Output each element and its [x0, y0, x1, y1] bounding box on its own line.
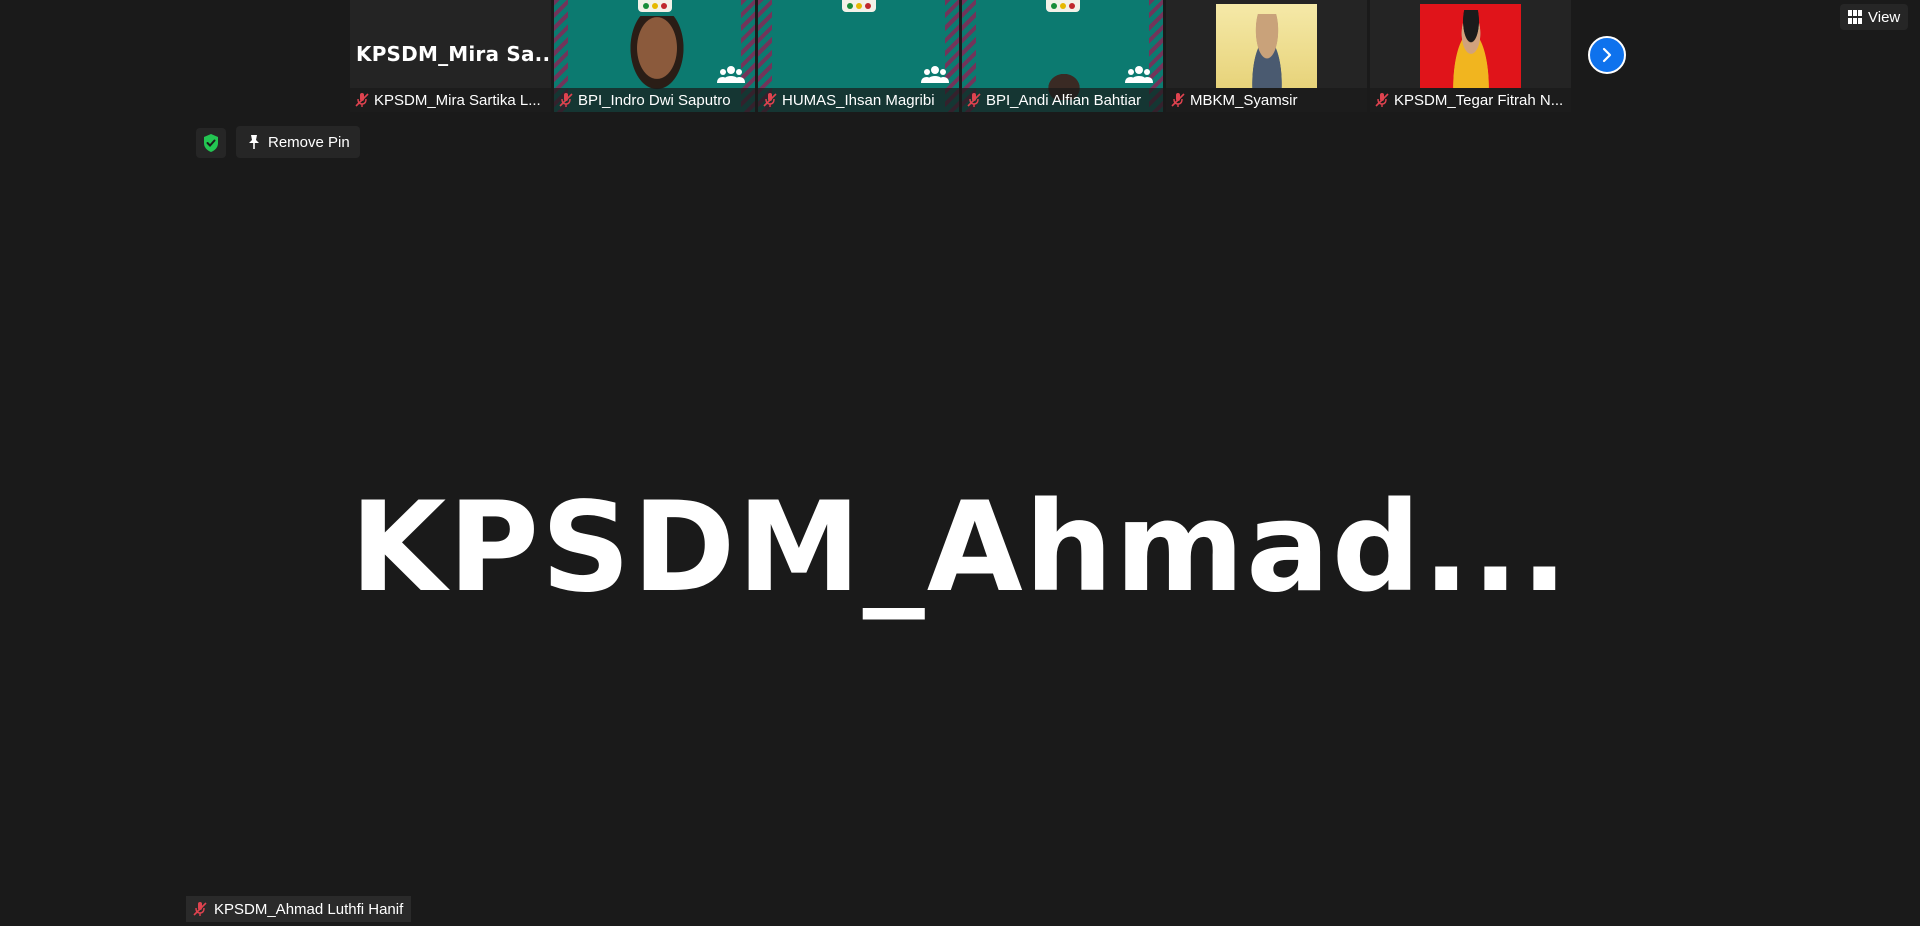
video-tile[interactable]: MBKM_Syamsir: [1166, 0, 1367, 112]
video-tile[interactable]: BPI_Indro Dwi Saputro: [554, 0, 755, 112]
encryption-indicator[interactable]: [196, 128, 226, 158]
tile-name-bar: KPSDM_Mira Sartika L...: [350, 88, 551, 112]
speaker-full-name: KPSDM_Ahmad Luthfi Hanif: [214, 900, 404, 918]
shield-check-icon: [204, 134, 218, 152]
next-page-button[interactable]: [1588, 36, 1626, 74]
participant-name: BPI_Andi Alfian Bahtiar: [986, 91, 1142, 109]
participant-name: KPSDM_Mira Sartika L...: [374, 91, 541, 109]
logo-badge: [841, 0, 876, 12]
grid-icon: [1848, 10, 1862, 24]
tile-name-bar: MBKM_Syamsir: [1166, 88, 1367, 112]
tile-name-bar: BPI_Andi Alfian Bahtiar: [962, 88, 1163, 112]
video-strip: KPSDM_Mira Sa... KPSDM_Mira Sartika L...: [350, 0, 1572, 112]
mic-muted-icon: [1375, 93, 1389, 107]
video-tile[interactable]: KPSDM_Tegar Fitrah N...: [1370, 0, 1571, 112]
people-icon: [1125, 66, 1153, 83]
meeting-window: KPSDM_Mira Sa... KPSDM_Mira Sartika L...: [0, 0, 1920, 926]
participant-name: MBKM_Syamsir: [1190, 91, 1298, 109]
logo-badge: [1045, 0, 1080, 12]
video-tile[interactable]: HUMAS_Ihsan Magribi: [758, 0, 959, 112]
people-icon: [717, 66, 745, 83]
remove-pin-button[interactable]: Remove Pin: [236, 126, 360, 158]
mic-muted-icon: [193, 902, 207, 916]
participant-name: HUMAS_Ihsan Magribi: [782, 91, 935, 109]
mic-muted-icon: [355, 93, 369, 107]
view-label: View: [1868, 8, 1901, 26]
video-tile[interactable]: KPSDM_Mira Sa... KPSDM_Mira Sartika L...: [350, 0, 551, 112]
profile-photo: [1216, 4, 1317, 88]
tile-name-bar: KPSDM_Tegar Fitrah N...: [1370, 88, 1571, 112]
view-button[interactable]: View: [1840, 4, 1909, 30]
mic-muted-icon: [559, 93, 573, 107]
mic-muted-icon: [763, 93, 777, 107]
chevron-right-icon: [1602, 47, 1612, 63]
speaker-name-label: KPSDM_Ahmad Luthfi Hanif: [186, 896, 412, 922]
logo-badge: [637, 0, 672, 12]
mic-muted-icon: [967, 93, 981, 107]
pin-icon: [249, 135, 259, 149]
active-speaker-name: KPSDM_Ahmad...: [350, 476, 1570, 620]
participant-name: BPI_Indro Dwi Saputro: [578, 91, 731, 109]
tile-name-bar: HUMAS_Ihsan Magribi: [758, 88, 959, 112]
profile-photo: [1420, 4, 1521, 88]
video-tile[interactable]: BPI_Andi Alfian Bahtiar: [962, 0, 1163, 112]
participant-video: [626, 16, 688, 96]
mic-muted-icon: [1171, 93, 1185, 107]
remove-pin-label: Remove Pin: [268, 133, 350, 151]
tile-display-name: KPSDM_Mira Sa...: [356, 42, 551, 66]
people-icon: [921, 66, 949, 83]
participant-name: KPSDM_Tegar Fitrah N...: [1394, 91, 1564, 109]
tile-name-bar: BPI_Indro Dwi Saputro: [554, 88, 755, 112]
